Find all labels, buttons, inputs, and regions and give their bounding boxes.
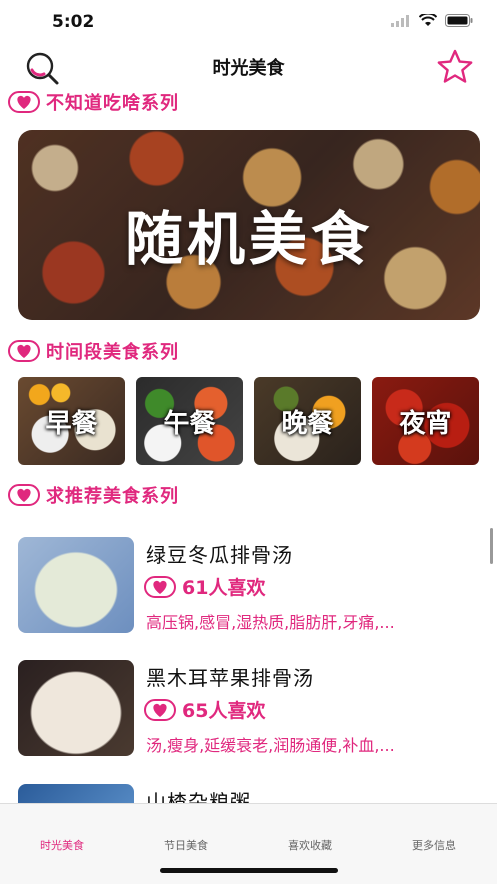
heart-icon [8, 484, 40, 506]
section-header-recommend: 求推荐美食系列 [8, 482, 179, 508]
heart-icon [8, 340, 40, 362]
meal-label: 晚餐 [281, 409, 334, 439]
meal-label: 早餐 [45, 409, 98, 439]
meal-label: 夜宵 [399, 409, 452, 439]
status-icons [391, 14, 473, 27]
tab-more-info[interactable]: 更多信息 [372, 837, 496, 853]
section-title: 求推荐美食系列 [46, 486, 179, 507]
banner-text: 随机美食 [124, 205, 373, 273]
recipe-card[interactable]: 山楂杂粮粥 [18, 784, 478, 804]
meal-dinner[interactable]: 晚餐 [254, 377, 361, 465]
recipe-name: 绿豆冬瓜排骨汤 [146, 543, 293, 567]
signal-icon [391, 14, 409, 27]
status-bar: 5:02 [0, 0, 497, 44]
battery-icon [445, 14, 473, 27]
heart-icon [144, 698, 176, 721]
page-title: 时光美食 [212, 58, 285, 79]
tab-time-food[interactable]: 时光美食 [0, 837, 124, 853]
recipe-image [18, 784, 134, 804]
section-title: 不知道吃啥系列 [46, 93, 179, 114]
recipe-card[interactable]: 绿豆冬瓜排骨汤 61人喜欢 高压锅,感冒,湿热质,脂肪肝,牙痛,... [18, 537, 478, 633]
meal-late-night[interactable]: 夜宵 [372, 377, 479, 465]
likes: 61人喜欢 [144, 573, 265, 600]
section-header-time: 时间段美食系列 [8, 338, 179, 364]
wifi-icon [419, 14, 437, 26]
tab-holiday-food[interactable]: 节日美食 [124, 837, 248, 853]
like-count: 61人喜欢 [182, 577, 266, 599]
recipe-image [18, 537, 134, 633]
section-header-random: 不知道吃啥系列 [8, 89, 179, 115]
nav-bar: 时光美食 [0, 44, 497, 88]
like-count: 65人喜欢 [182, 700, 266, 722]
recipe-name: 山楂杂粮粥 [146, 790, 251, 804]
heart-icon [8, 91, 40, 113]
section-title: 时间段美食系列 [46, 342, 179, 363]
status-time: 5:02 [52, 12, 95, 32]
recipe-tags: 汤,瘦身,延缓衰老,润肠通便,补血,... [146, 736, 395, 755]
meal-lunch[interactable]: 午餐 [136, 377, 243, 465]
recipe-card[interactable]: 黑木耳苹果排骨汤 65人喜欢 汤,瘦身,延缓衰老,润肠通便,补血,... [18, 660, 478, 756]
random-food-banner[interactable]: 随机美食 [18, 130, 480, 320]
meal-label: 午餐 [163, 409, 216, 439]
star-icon[interactable] [435, 48, 475, 86]
recipe-name: 黑木耳苹果排骨汤 [146, 666, 314, 690]
likes: 65人喜欢 [144, 696, 265, 723]
recipe-tags: 高压锅,感冒,湿热质,脂肪肝,牙痛,... [146, 613, 395, 632]
home-indicator [160, 868, 338, 873]
scrollbar[interactable] [490, 528, 493, 564]
meal-breakfast[interactable]: 早餐 [18, 377, 125, 465]
tab-favorites[interactable]: 喜欢收藏 [248, 837, 372, 853]
heart-icon [144, 575, 176, 598]
recipe-image [18, 660, 134, 756]
